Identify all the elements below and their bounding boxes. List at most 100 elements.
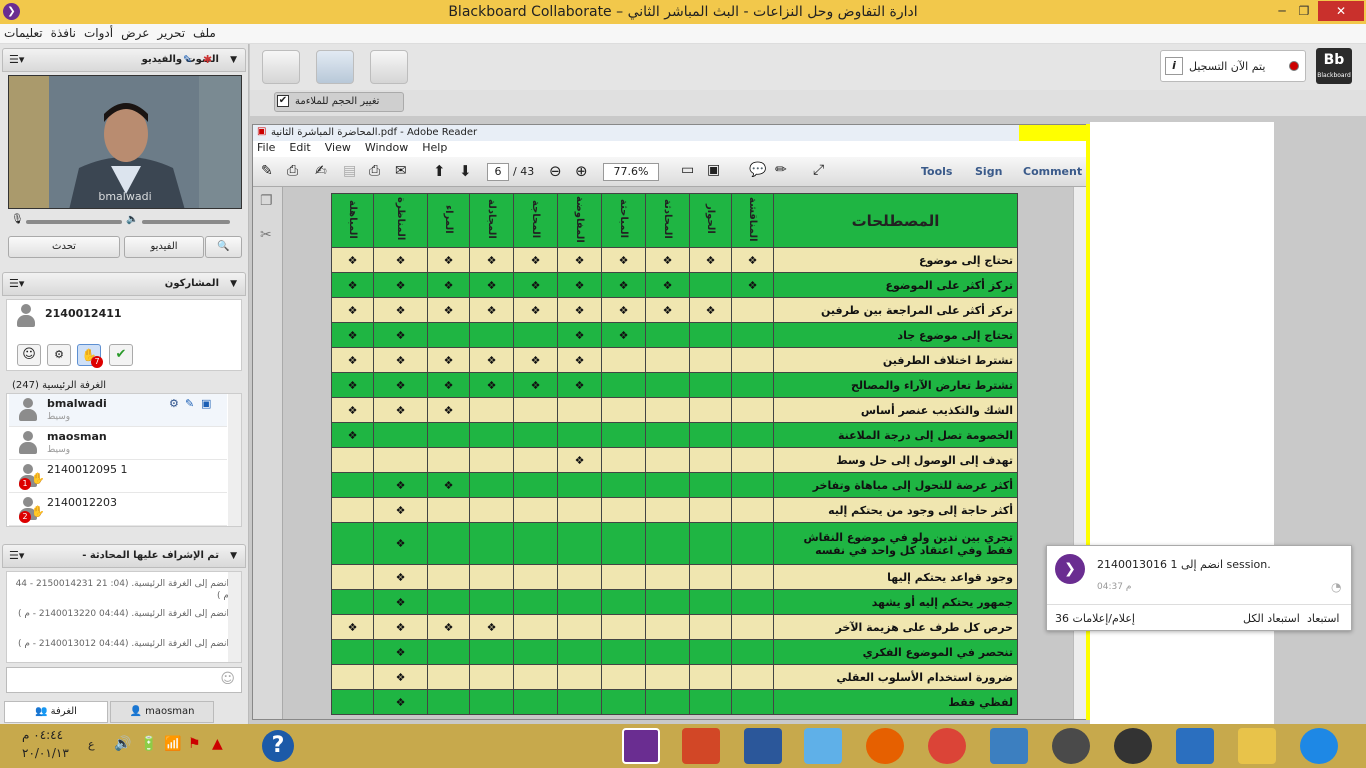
power-icon[interactable]: 🔋 [140,736,157,752]
zoom-select[interactable]: 77.6% [603,163,659,181]
firefox-taskbar-icon[interactable] [866,728,904,764]
fit-page-icon[interactable]: ▭ [681,162,694,178]
collapse-arrow-icon[interactable]: ▼ [230,551,237,561]
panel-menu-icon[interactable]: ☰▾ [9,53,24,66]
highlight-icon[interactable]: ✏ [775,162,787,178]
video-name-label: bmalwadi [98,190,152,203]
list-item[interactable]: bmalwadi وسيط ⚙ ✎ ▣ [9,394,227,427]
panel-menu-icon[interactable]: ☰▾ [9,277,24,290]
internet-explorer-taskbar-icon[interactable] [1300,728,1338,764]
pages-icon[interactable]: ❐ [260,193,273,209]
export-icon[interactable]: ⎙ [287,163,298,179]
dismiss-button[interactable]: استبعاد [1307,612,1339,625]
comment-bubble-icon[interactable]: 💬 [749,162,766,178]
page-number-input[interactable]: 6 [487,163,509,181]
list-item[interactable]: maosman وسيط [9,427,227,460]
emoticon-button[interactable]: ☺ [17,344,41,366]
reader-scrollbar[interactable] [1073,187,1087,719]
action-center-icon[interactable]: ⚑ [188,736,201,752]
edit-icon[interactable]: ✍ [315,163,327,179]
reader-menu-view[interactable]: View [325,141,351,157]
clock-time[interactable]: ٠٤:٤٤ م [22,728,63,742]
maximize-button[interactable]: ❐ [1292,1,1316,21]
collapse-arrow-icon[interactable]: ▼ [230,279,237,289]
chat-message: انضم إلى الغرفة الرئيسية. (04:44 2140013… [17,609,229,619]
menu-file[interactable]: ملف [193,26,216,40]
list-item[interactable]: ✋ 2 2140012203 [9,493,227,526]
menu-edit[interactable]: تحرير [157,26,185,40]
clock-date[interactable]: ٢٠/٠١/١٣ [22,746,69,760]
participants-panel-header[interactable]: ☰▾ المشاركون ▼ [2,272,246,296]
whiteboard-icon[interactable] [262,50,300,84]
checkbox-icon[interactable]: ✔ [277,95,289,107]
email-icon[interactable]: ✉ [395,163,407,179]
panel-menu-icon[interactable]: ☰▾ [9,549,24,562]
comment-button[interactable]: Comment [1023,165,1082,178]
prev-page-icon[interactable]: ⬆ [433,162,446,180]
menu-tools[interactable]: أدوات [84,26,113,40]
av-panel-header[interactable]: ☰▾ الصوت والفيديو ▼ ✎ ✱ [2,48,246,72]
fit-width-icon[interactable]: ▣ [707,162,720,178]
mark-cell: ❖ [469,372,514,398]
zoom-out-icon[interactable]: ⊖ [549,162,562,180]
app-share-icon[interactable] [316,50,354,84]
step-away-button[interactable]: ⚙ [47,344,71,366]
attachment-icon[interactable]: ✂ [260,227,272,243]
list-item[interactable]: ✋ 1 2140012095 1 [9,460,227,493]
tools-button[interactable]: Tools [921,165,952,178]
chat-panel-header[interactable]: ☰▾ تم الإشراف عليها المحادثة - ▼ [2,544,246,568]
volume-icon[interactable]: 🔊 [114,736,131,752]
word-taskbar-icon[interactable] [744,728,782,764]
sign-button[interactable]: Sign [975,165,1002,178]
adobe-tray-icon[interactable]: ▲ [212,736,223,752]
control-panel-taskbar-icon[interactable] [990,728,1028,764]
emoticon-icon[interactable]: ☺ [220,671,235,687]
reader-menu-edit[interactable]: Edit [289,141,310,157]
reader-menu-window[interactable]: Window [365,141,408,157]
print-icon[interactable]: ⎙ [369,163,380,179]
file-explorer-taskbar-icon[interactable] [1238,728,1276,764]
reader-menu-file[interactable]: File [257,141,275,157]
talk-button[interactable]: تحدث [8,236,120,258]
tab-user[interactable]: 👤 maosman [110,701,214,723]
disc-taskbar-icon[interactable] [1114,728,1152,764]
agree-button[interactable]: ✔ [109,344,133,366]
chat-scrollbar[interactable] [228,572,241,662]
zoom-in-icon[interactable]: ⊕ [575,162,588,180]
tab-room[interactable]: 👥 الغرفة [4,701,108,723]
chat-input[interactable]: ☺ [6,667,242,693]
dismiss-all-button[interactable]: استبعاد الكل [1243,612,1300,625]
media-player-taskbar-icon[interactable] [804,728,842,764]
network-icon[interactable]: 📶 [164,736,181,752]
create-icon[interactable]: ✎ [261,163,273,179]
video-button[interactable]: الفيديو [124,236,204,258]
speaker-volume-slider[interactable] [142,220,230,224]
save-icon[interactable]: ▤ [343,163,356,179]
mic-volume-slider[interactable] [26,220,122,224]
mark-cell: ❖ [557,372,602,398]
close-button[interactable]: ✕ [1318,1,1364,21]
recording-status[interactable]: i يتم الآن التسجيل [1160,50,1306,82]
collaborate-taskbar-icon[interactable] [622,728,660,764]
share-controls[interactable] [1019,125,1087,141]
participant-scrollbar[interactable] [228,394,241,526]
powerpoint-taskbar-icon[interactable] [682,728,720,764]
page-count: / 43 [513,165,535,178]
menu-view[interactable]: عرض [121,26,149,40]
next-page-icon[interactable]: ⬇ [459,162,472,180]
menu-window[interactable]: نافذة [51,26,76,40]
tool-taskbar-icon[interactable] [1176,728,1214,764]
mark-cell [689,472,732,498]
info-icon[interactable]: i [1165,57,1183,75]
video-search-icon[interactable]: 🔍 [205,236,242,258]
fit-toggle[interactable]: ✔ تغيير الحجم للملاءمة [274,92,404,112]
menu-help[interactable]: تعليمات [4,26,43,40]
fullscreen-icon[interactable]: ⤢ [813,162,824,178]
reader-menu-help[interactable]: Help [422,141,447,157]
language-indicator[interactable]: ع [88,738,95,751]
hp-taskbar-icon[interactable] [1052,728,1090,764]
web-tour-icon[interactable] [370,50,408,84]
chrome-taskbar-icon[interactable] [928,728,966,764]
help-icon[interactable]: ? [262,730,294,762]
collapse-arrow-icon[interactable]: ▼ [230,55,237,65]
